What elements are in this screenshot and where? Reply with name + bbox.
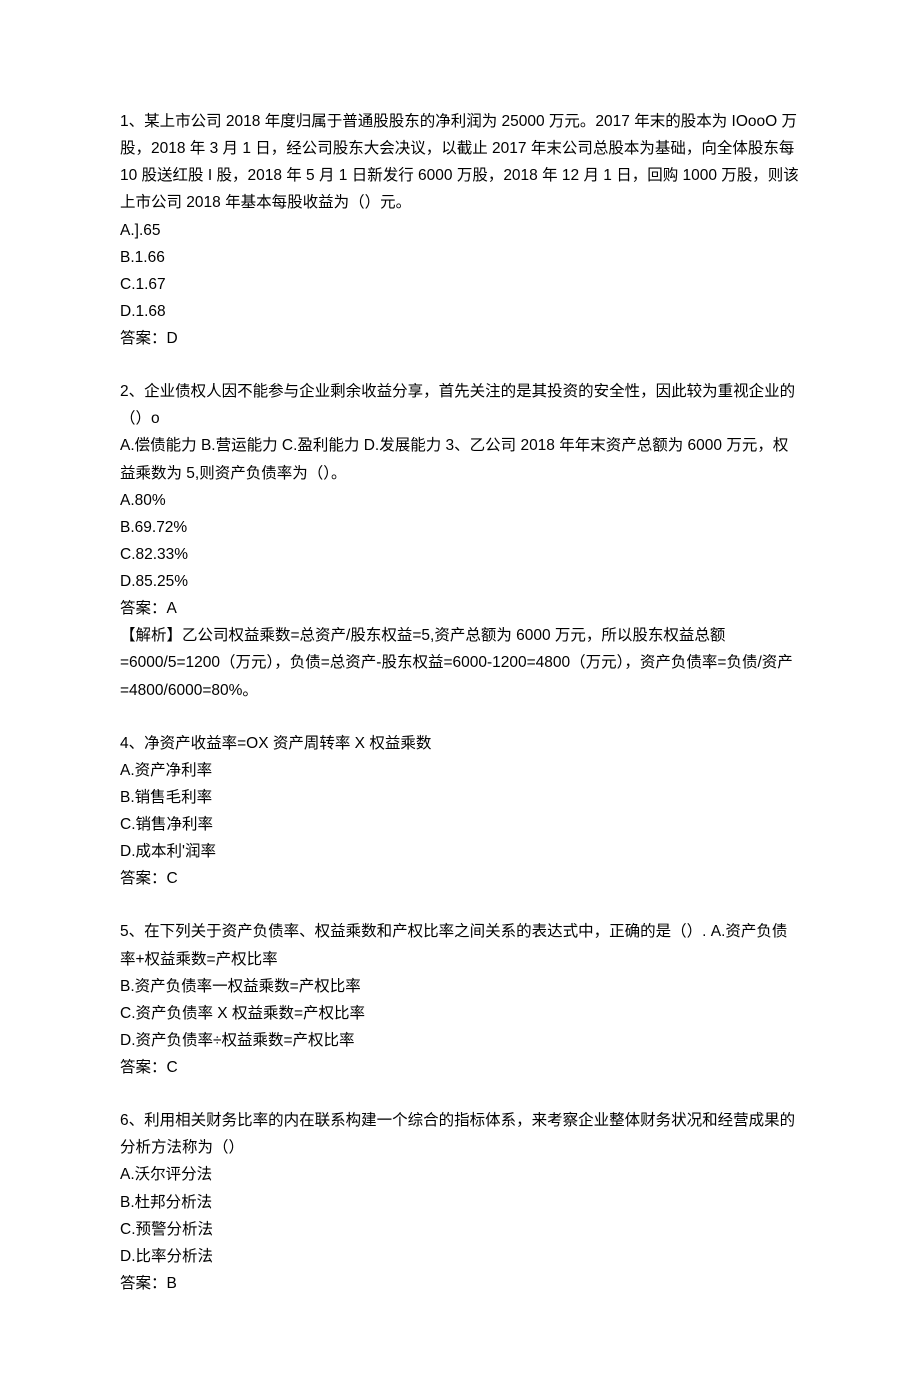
- question-option: C.82.33%: [120, 541, 800, 568]
- question-option: A.资产净利率: [120, 757, 800, 784]
- question-answer: 答案：C: [120, 1054, 800, 1081]
- question-answer: 答案：C: [120, 865, 800, 892]
- question-2: 2、企业债权人因不能参与企业剩余收益分享，首先关注的是其投资的安全性，因此较为重…: [120, 378, 800, 704]
- question-analysis: 【解析】乙公司权益乘数=总资产/股东权益=5,资产总额为 6000 万元，所以股…: [120, 622, 800, 703]
- question-stem: A.偿债能力 B.营运能力 C.盈利能力 D.发展能力 3、乙公司 2018 年…: [120, 432, 800, 486]
- question-option: B.69.72%: [120, 514, 800, 541]
- question-option: C.销售净利率: [120, 811, 800, 838]
- question-option: C.1.67: [120, 271, 800, 298]
- question-option: A.].65: [120, 217, 800, 244]
- question-option: B.销售毛利率: [120, 784, 800, 811]
- question-option: C.预警分析法: [120, 1216, 800, 1243]
- question-option: D.比率分析法: [120, 1243, 800, 1270]
- question-option: A.80%: [120, 487, 800, 514]
- question-stem: 2、企业债权人因不能参与企业剩余收益分享，首先关注的是其投资的安全性，因此较为重…: [120, 378, 800, 432]
- question-stem: 4、净资产收益率=OX 资产周转率 X 权益乘数: [120, 730, 800, 757]
- question-option: B.1.66: [120, 244, 800, 271]
- question-3: 4、净资产收益率=OX 资产周转率 X 权益乘数 A.资产净利率 B.销售毛利率…: [120, 730, 800, 893]
- question-option: D.成本利'润率: [120, 838, 800, 865]
- question-answer: 答案：A: [120, 595, 800, 622]
- question-answer: 答案：D: [120, 325, 800, 352]
- question-stem: 5、在下列关于资产负债率、权益乘数和产权比率之间关系的表达式中，正确的是（）. …: [120, 918, 800, 972]
- question-stem: 1、某上市公司 2018 年度归属于普通股股东的净利润为 25000 万元。20…: [120, 108, 800, 217]
- question-option: D.85.25%: [120, 568, 800, 595]
- question-4: 5、在下列关于资产负债率、权益乘数和产权比率之间关系的表达式中，正确的是（）. …: [120, 918, 800, 1081]
- question-option: B.资产负债率一权益乘数=产权比率: [120, 973, 800, 1000]
- question-5: 6、利用相关财务比率的内在联系构建一个综合的指标体系，来考察企业整体财务状况和经…: [120, 1107, 800, 1297]
- question-option: C.资产负债率 X 权益乘数=产权比率: [120, 1000, 800, 1027]
- question-1: 1、某上市公司 2018 年度归属于普通股股东的净利润为 25000 万元。20…: [120, 108, 800, 352]
- question-option: B.杜邦分析法: [120, 1189, 800, 1216]
- question-stem: 6、利用相关财务比率的内在联系构建一个综合的指标体系，来考察企业整体财务状况和经…: [120, 1107, 800, 1161]
- question-option: A.沃尔评分法: [120, 1161, 800, 1188]
- question-option: D.资产负债率÷权益乘数=产权比率: [120, 1027, 800, 1054]
- question-answer: 答案：B: [120, 1270, 800, 1297]
- question-option: D.1.68: [120, 298, 800, 325]
